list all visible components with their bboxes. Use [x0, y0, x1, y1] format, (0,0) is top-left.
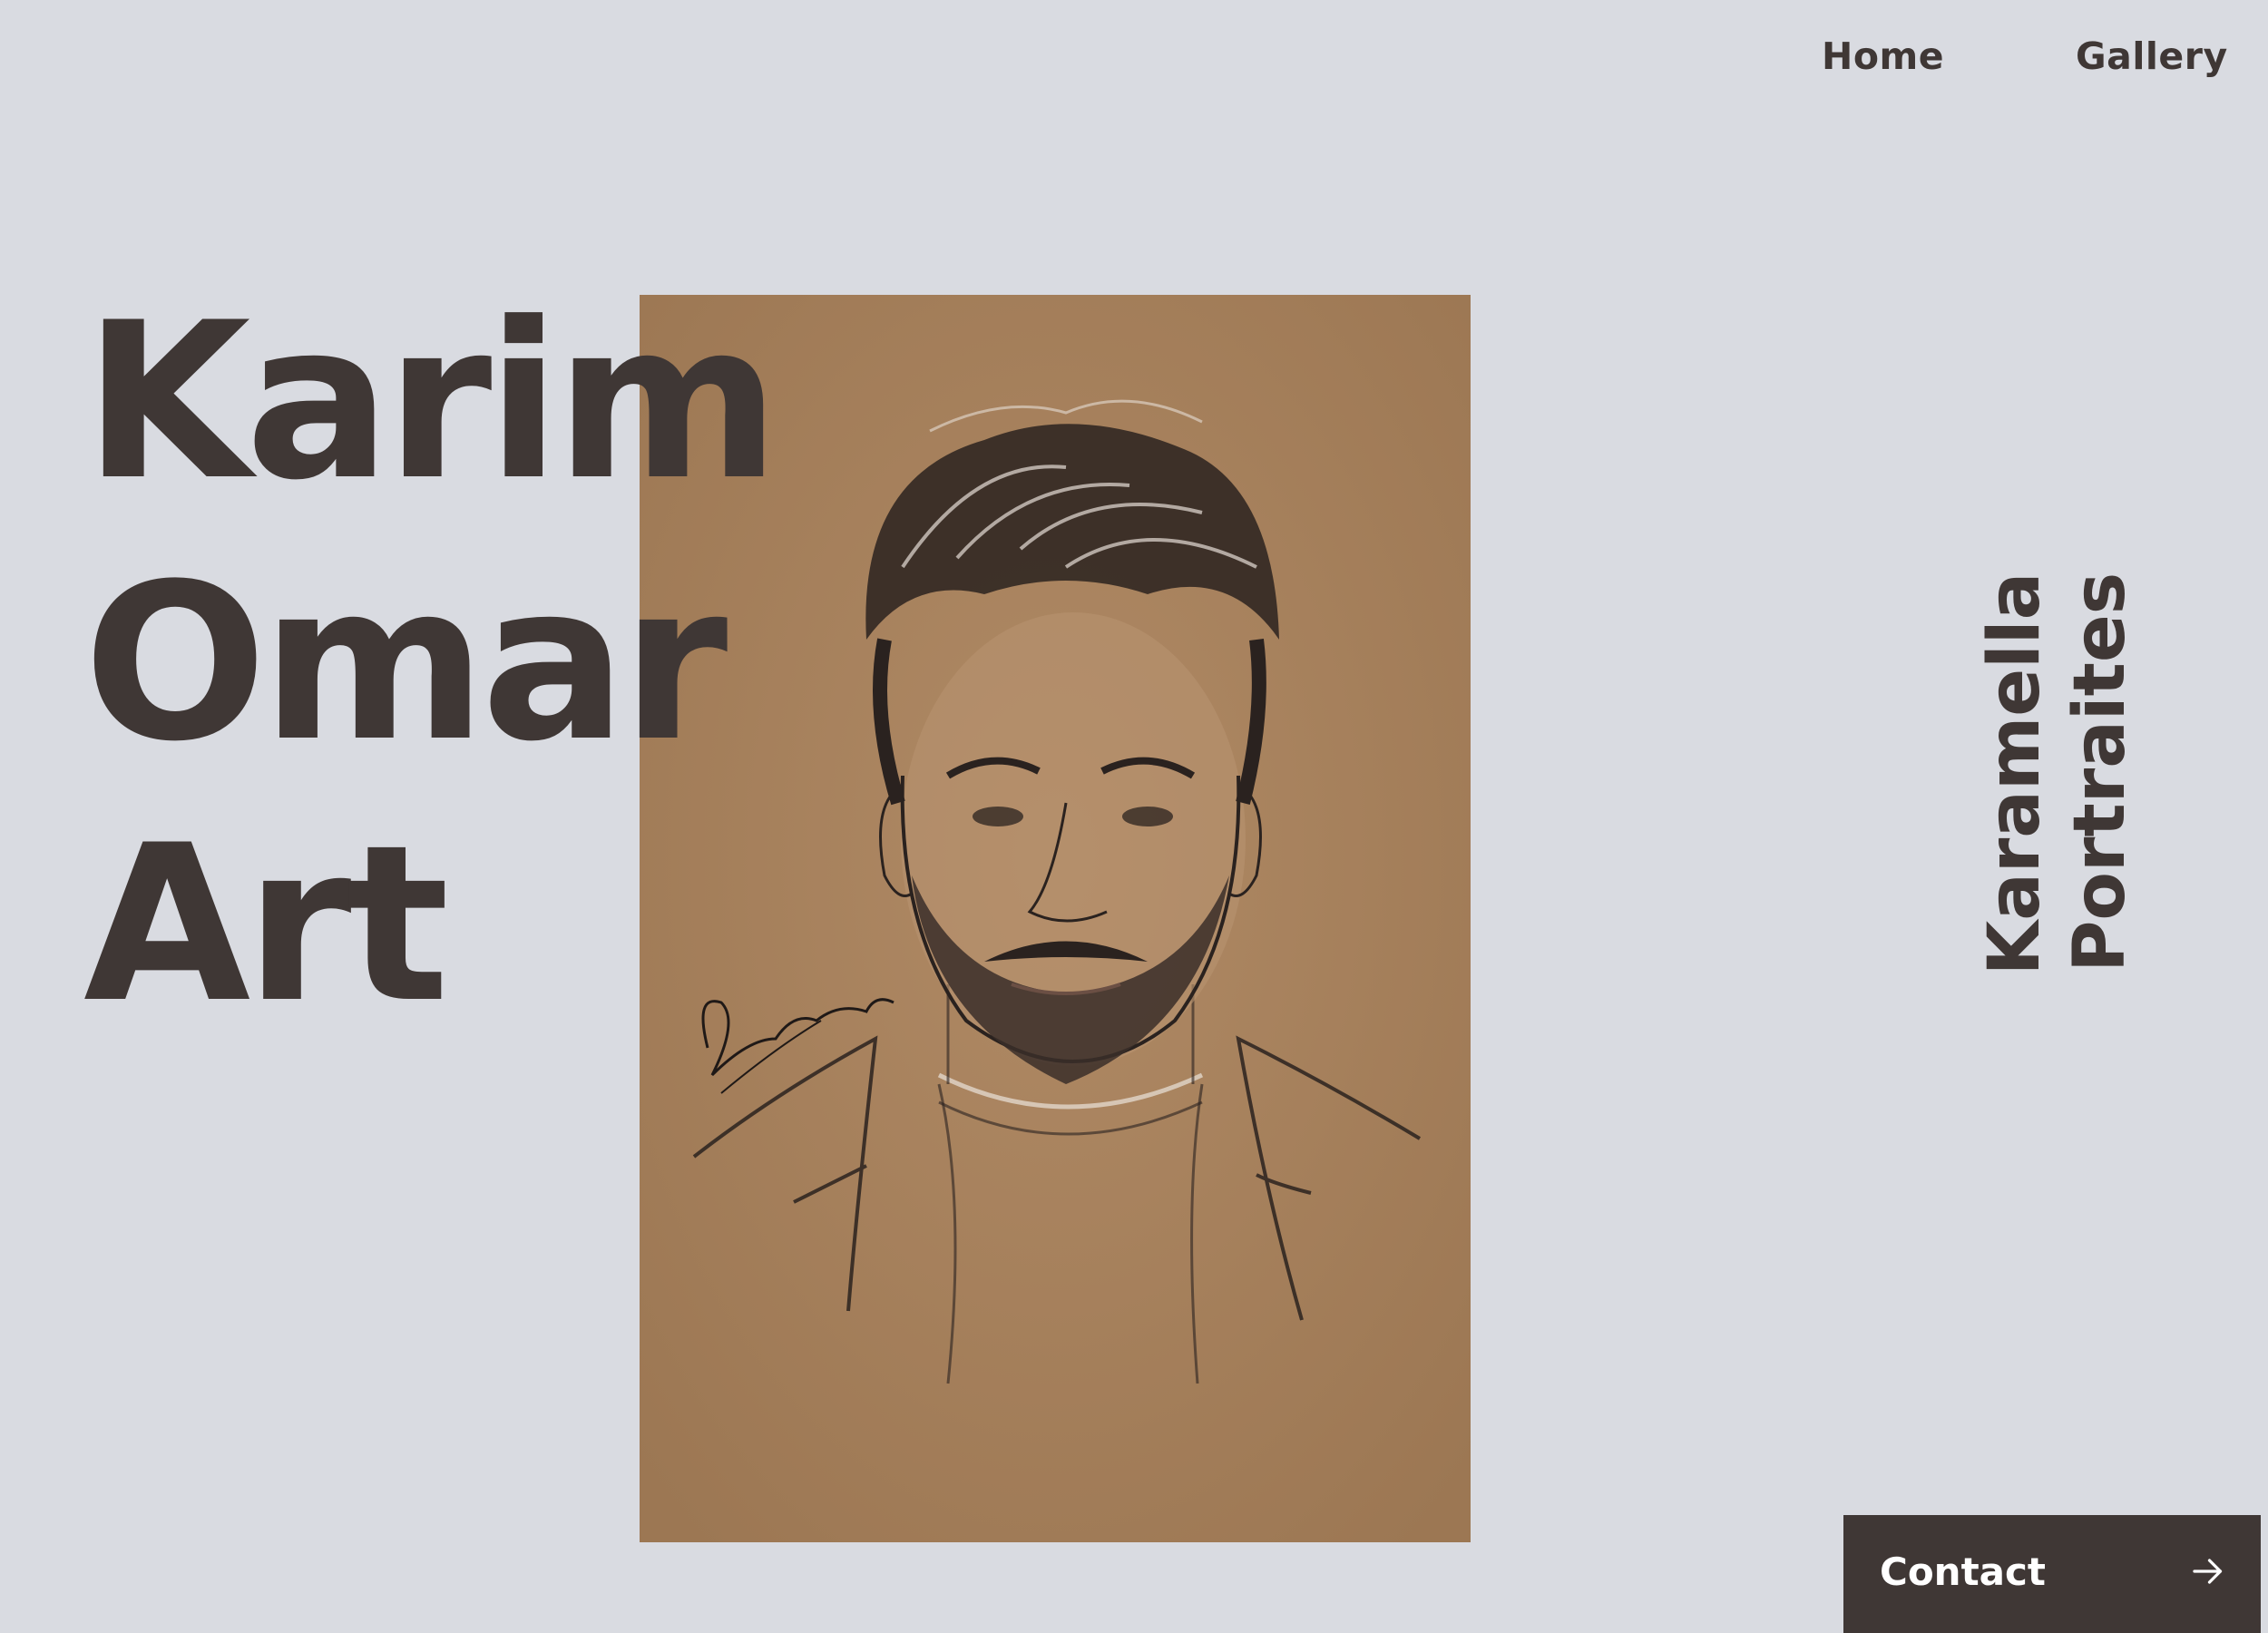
contact-button[interactable]: Contact: [1843, 1515, 2261, 1633]
title-line-1: Karim: [83, 277, 780, 528]
top-nav: Home Gallery: [0, 34, 2268, 80]
title-line-2: Omar: [83, 538, 728, 789]
nav-gallery-link[interactable]: Gallery: [2076, 34, 2228, 78]
title-line-3: Art: [83, 799, 449, 1051]
brand-tagline: Karamella Portraites: [1974, 572, 2141, 974]
site-title: Karim Omar Art: [83, 272, 780, 1056]
tagline-line-1: Karamella: [1973, 572, 2056, 975]
contact-button-label: Contact: [1880, 1550, 2046, 1594]
tagline-line-2: Portraites: [2058, 572, 2141, 973]
arrow-right-icon: [2193, 1559, 2223, 1584]
nav-home-link[interactable]: Home: [1822, 34, 1944, 78]
